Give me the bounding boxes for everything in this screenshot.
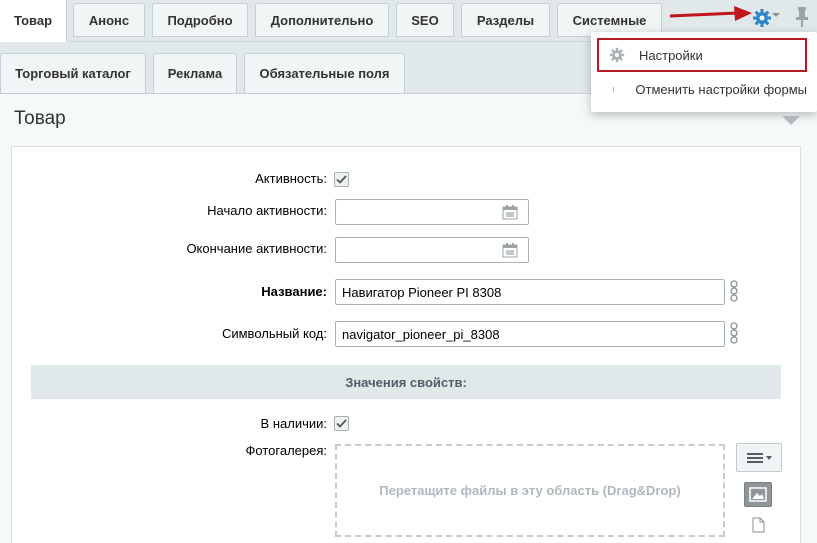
start-activity-label: Начало активности: [207,203,327,218]
file-dropzone[interactable]: Перетащите файлы в эту область (Drag&Dro… [335,444,725,537]
input-value: Навигатор Pioneer PI 8308 [342,284,502,300]
tab-label: SEO [411,12,439,28]
tab-required-fields[interactable]: Обязательные поля [244,53,405,94]
tab-trade-catalog[interactable]: Торговый каталог [0,53,146,94]
tab-label: Реклама [167,66,223,81]
collapse-triangle-icon[interactable] [782,116,800,125]
menu-item-reset-form-settings[interactable]: Отменить настройки формы [597,72,807,106]
in-stock-label: В наличии: [260,416,327,431]
tab-label: Подробно [167,12,233,28]
hamburger-icon [747,452,772,463]
active-checkbox[interactable] [334,172,349,187]
tab-label: Товар [13,13,53,28]
name-label-wrap: Название: [11,284,327,304]
tab-additional[interactable]: Дополнительно [255,3,389,37]
tab-sections[interactable]: Разделы [461,3,550,37]
menu-item-label: Отменить настройки формы [635,81,807,97]
red-arrow-annotation [669,6,752,21]
code-label-wrap: Символьный код: [11,326,327,346]
properties-header: Значения свойств: [31,365,781,399]
name-input[interactable]: Навигатор Pioneer PI 8308 [335,279,725,305]
start-label-wrap: Начало активности: [11,203,327,223]
tab-label: Торговый каталог [15,66,131,81]
menu-item-settings[interactable]: Настройки [597,38,807,72]
end-activity-label: Окончание активности: [186,241,327,256]
translit-link-icon[interactable] [728,322,740,344]
pin-icon[interactable] [794,6,810,28]
in-stock-label-wrap: В наличии: [11,416,327,436]
active-label: Активность: [255,171,327,186]
gear-icon[interactable] [752,8,772,28]
end-label-wrap: Окончание активности: [11,241,327,261]
input-value: navigator_pioneer_pi_8308 [342,326,500,342]
active-label-wrap: Активность: [11,171,327,191]
gear-icon [609,47,625,63]
start-activity-input[interactable] [335,199,529,225]
tab-seo[interactable]: SEO [396,3,454,37]
gallery-label: Фотогалерея: [245,443,327,458]
translit-link-icon[interactable] [728,280,740,302]
upload-menu-button[interactable] [736,443,782,472]
code-label: Символьный код: [221,326,327,341]
checkmark-icon [336,175,347,184]
chevron-down-icon[interactable] [772,13,780,17]
image-icon [749,487,767,502]
checkmark-icon [336,419,347,428]
tab-label: Разделы [476,12,535,28]
tab-announce[interactable]: Анонс [73,3,145,37]
calendar-icon[interactable] [502,242,518,258]
tab-label: Анонс [88,12,130,28]
add-image-button[interactable] [744,482,772,507]
tab-label: Системные [572,12,647,28]
dropzone-text: Перетащите файлы в эту область (Drag&Dro… [379,483,681,498]
end-activity-input[interactable] [335,237,529,263]
menu-item-label: Настройки [639,47,703,63]
section-title: Товар [14,108,66,129]
tab-ads[interactable]: Реклама [153,53,237,94]
settings-dropdown: Настройки Отменить настройки формы [591,32,817,112]
file-icon[interactable] [752,517,765,533]
tab-label: Дополнительно [270,12,374,28]
calendar-icon[interactable] [502,204,518,220]
gallery-label-wrap: Фотогалерея: [11,443,327,463]
code-input[interactable]: navigator_pioneer_pi_8308 [335,321,725,347]
name-label: Название: [261,284,327,299]
in-stock-checkbox[interactable] [334,416,349,431]
tab-details[interactable]: Подробно [152,3,248,37]
tab-product[interactable]: Товар [0,0,67,42]
tab-label: Обязательные поля [259,66,390,81]
